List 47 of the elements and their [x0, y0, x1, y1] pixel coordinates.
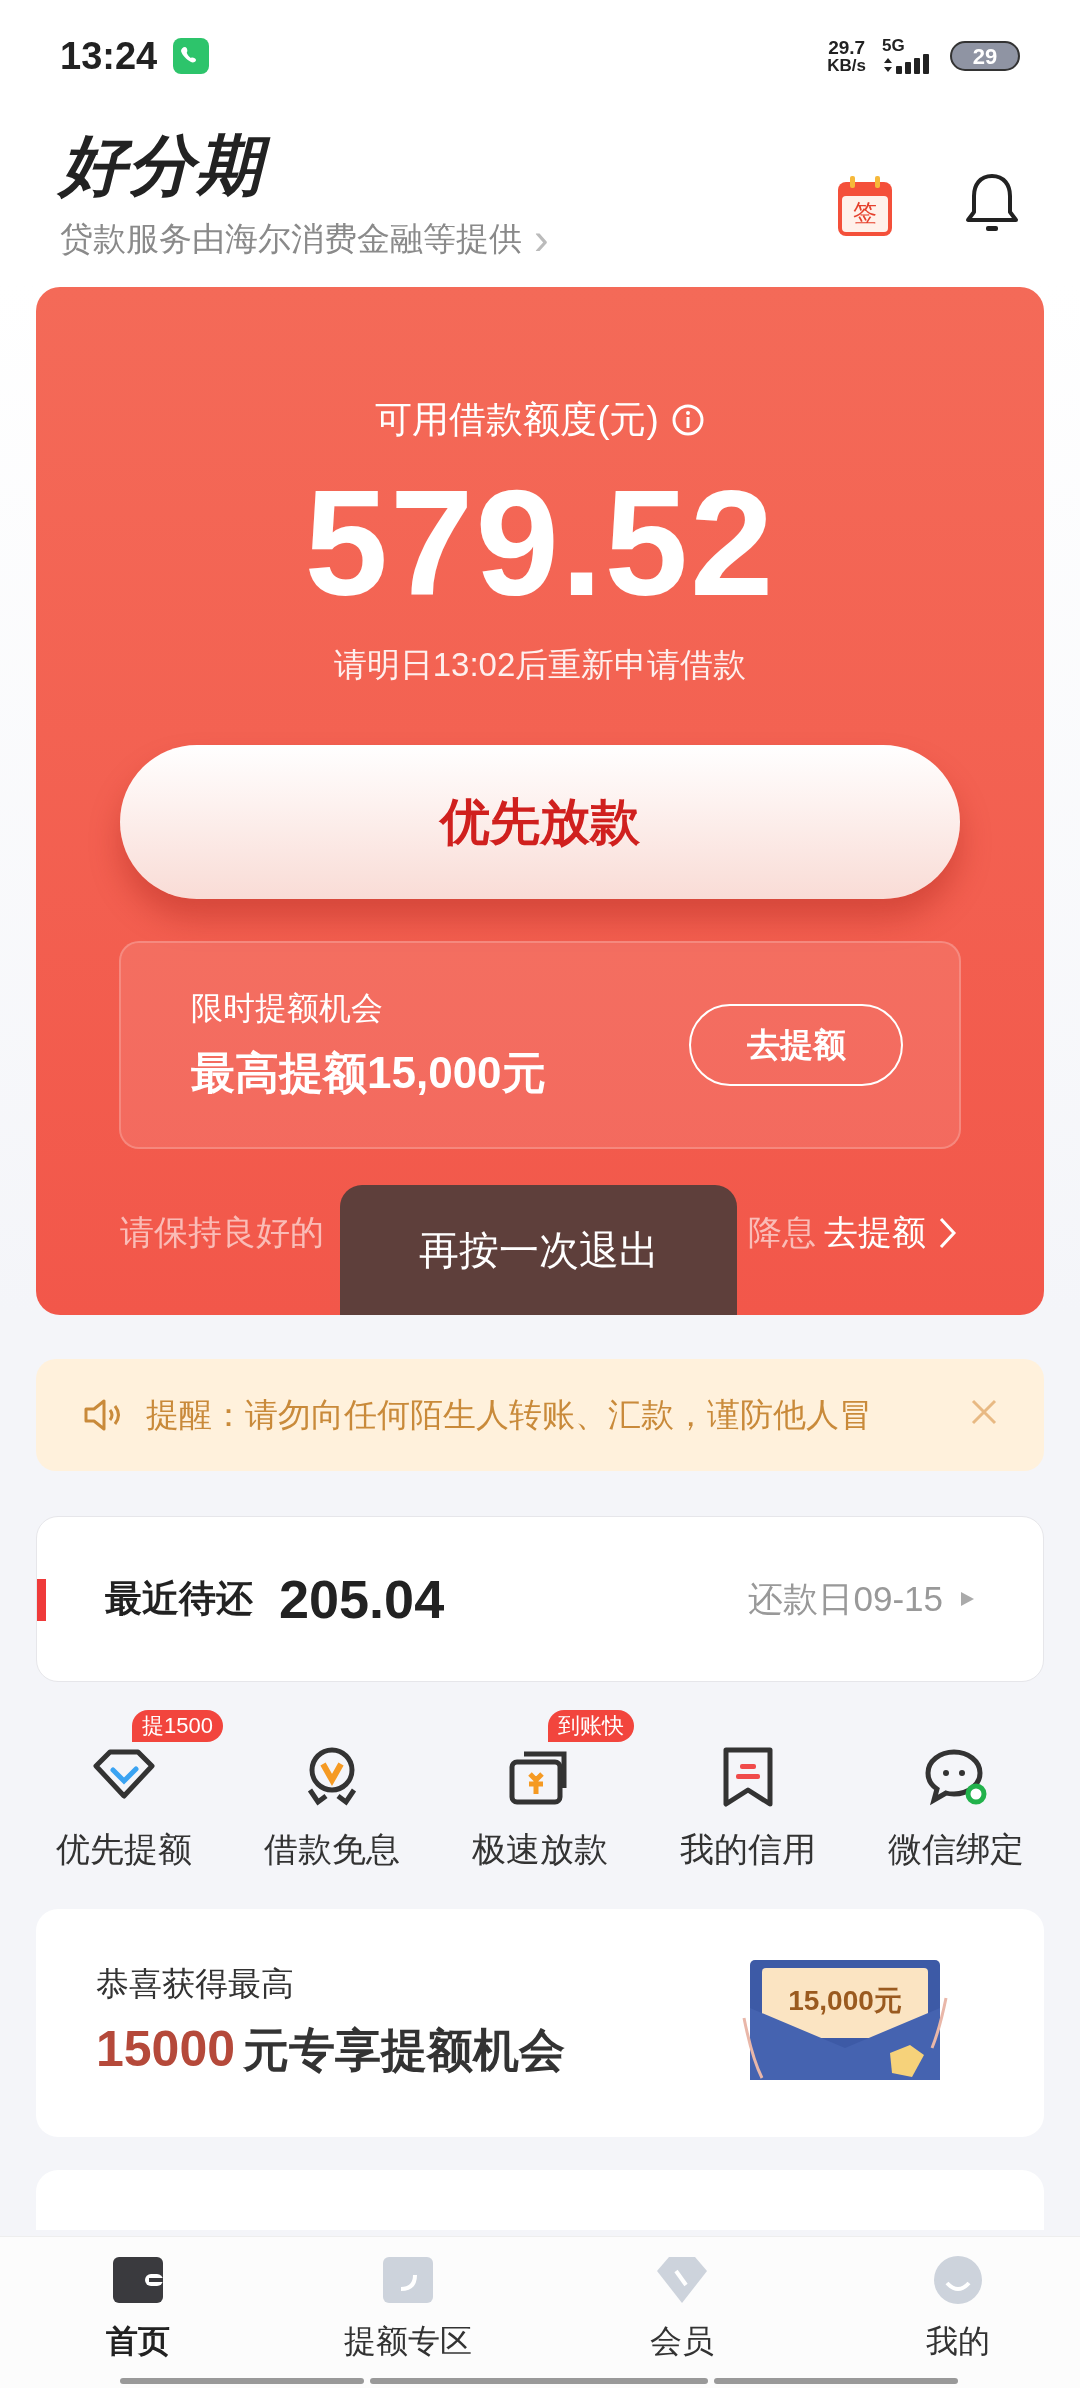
reapply-note: 请明日13:02后重新申请借款	[333, 644, 747, 685]
notice-text: 提醒：请勿向任何陌生人转账、汇款，谨防他人冒	[146, 1395, 872, 1436]
nav-tab[interactable]: 提额专区	[270, 2237, 540, 2388]
shortcut-label: 借款免息	[264, 1829, 400, 1870]
due-date: 还款日09-15	[748, 1577, 943, 1620]
promo-amount: 15000	[96, 2020, 236, 2080]
repayment-label: 最近待还	[105, 1577, 253, 1622]
speed-unit: KB/s	[827, 57, 866, 74]
credit-tip: 降息	[748, 1212, 816, 1253]
shortcut-item[interactable]: 我的信用	[644, 1710, 852, 1875]
shortcut-badge: 到账快	[548, 1710, 634, 1742]
credit-amount: 579.52	[304, 467, 776, 618]
shortcut-label: 优先提额	[56, 1829, 192, 1870]
shortcut-item[interactable]: 借款免息	[228, 1710, 436, 1875]
exit-toast: 再按一次退出	[340, 1185, 737, 1315]
shortcut-badge: 提1500	[132, 1710, 223, 1742]
boost-title: 限时提额机会	[191, 989, 384, 1028]
priority-loan-button[interactable]: 优先放款	[120, 745, 960, 899]
promo-title: 恭喜获得最高	[96, 1963, 295, 2004]
credit-tip: 请保持良好的	[120, 1212, 324, 1253]
boost-headline: 最高提额15,000元	[191, 1047, 546, 1099]
provider-text: 贷款服务由海尔消费金融等提供	[60, 219, 522, 260]
nav-label: 会员	[650, 2322, 714, 2361]
boost-link-text: 去提额	[824, 1212, 926, 1253]
clock: 13:24	[60, 33, 158, 79]
chevron-icon: ›	[534, 217, 549, 261]
shortcut-label: 微信绑定	[888, 1829, 1024, 1870]
shortcut-label: 我的信用	[680, 1829, 816, 1870]
envelope-amount: 15,000元	[787, 1984, 903, 2018]
repayment-amount: 205.04	[279, 1567, 445, 1631]
repayment-card[interactable]: 最近待还 205.04 还款日09-15	[36, 1516, 1044, 1682]
nav-label: 首页	[106, 2322, 170, 2361]
check-in-text: 签	[852, 198, 878, 228]
nav-tab[interactable]: 我的	[810, 2237, 1080, 2388]
network-type: 5G	[882, 36, 905, 54]
shortcut-item[interactable]: 提1500 优先提额	[20, 1710, 228, 1875]
shortcut-item[interactable]: 到账快 极速放款	[436, 1710, 644, 1875]
network-speed: 29.7	[828, 38, 866, 57]
credit-label: 可用借款额度(元)	[375, 398, 659, 442]
battery-indicator: 29	[950, 41, 1020, 71]
promo-card[interactable]: 恭喜获得最高 15000 元专享提额机会 15,000元	[36, 1909, 1044, 2137]
shortcut-item[interactable]: 微信绑定	[852, 1710, 1060, 1875]
promo-headline: 元专享提额机会	[243, 2023, 566, 2079]
nav-label: 我的	[926, 2322, 990, 2361]
nav-label: 提额专区	[344, 2322, 472, 2361]
nav-tab[interactable]: 会员	[540, 2237, 810, 2388]
shortcut-label: 极速放款	[472, 1829, 608, 1870]
